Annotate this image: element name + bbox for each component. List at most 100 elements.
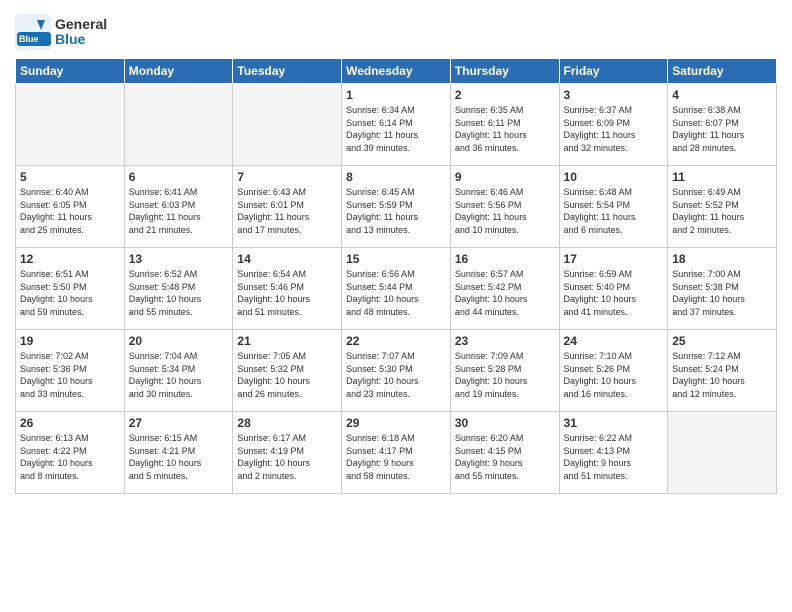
day-number: 11 [672,170,772,184]
logo: Blue General Blue [15,14,107,50]
day-number: 30 [455,416,555,430]
calendar-cell: 29 Sunrise: 6:18 AM Sunset: 4:17 PM Dayli… [342,412,451,494]
day-number: 27 [129,416,229,430]
day-number: 2 [455,88,555,102]
calendar-cell [233,84,342,166]
day-number: 31 [564,416,664,430]
day-info: Sunrise: 6:17 AM Sunset: 4:19 PM Dayligh… [237,432,337,482]
logo-line1: General [55,17,107,32]
calendar-cell: 23Sunrise: 7:09 AM Sunset: 5:28 PM Dayli… [450,330,559,412]
weekday-header-row: SundayMondayTuesdayWednesdayThursdayFrid… [16,59,777,84]
calendar-cell: 6 Sunrise: 6:41 AM Sunset: 6:03 PM Daylig… [124,166,233,248]
day-number: 29 [346,416,446,430]
day-number: 4 [672,88,772,102]
day-info: Sunrise: 6:34 AM Sunset: 6:14 PM Dayligh… [346,104,446,154]
day-info: Sunrise: 6:43 AM Sunset: 6:01 PM Dayligh… [237,186,337,236]
day-info: Sunrise: 6:35 AM Sunset: 6:11 PM Dayligh… [455,104,555,154]
day-number: 20 [129,334,229,348]
calendar-week-4: 26 Sunrise: 6:13 AM Sunset: 4:22 PM Dayli… [16,412,777,494]
calendar-cell: 4 Sunrise: 6:38 AM Sunset: 6:07 PM Daylig… [668,84,777,166]
day-info: Sunrise: 6:40 AM Sunset: 6:05 PM Dayligh… [20,186,120,236]
calendar-cell: 20 Sunrise: 7:04 AM Sunset: 5:34 PM Dayli… [124,330,233,412]
day-number: 25 [672,334,772,348]
calendar-cell: 18 Sunrise: 7:00 AM Sunset: 5:38 PM Dayli… [668,248,777,330]
calendar-week-3: 19 Sunrise: 7:02 AM Sunset: 5:36 PM Dayli… [16,330,777,412]
calendar-cell: 13 Sunrise: 6:52 AM Sunset: 5:48 PM Dayli… [124,248,233,330]
day-number: 24 [564,334,664,348]
day-info: Sunrise: 7:00 AM Sunset: 5:38 PM Dayligh… [672,268,772,318]
calendar-cell: 27 Sunrise: 6:15 AM Sunset: 4:21 PM Dayli… [124,412,233,494]
day-number: 26 [20,416,120,430]
logo-shape: Blue [15,14,51,50]
day-info: Sunrise: 7:07 AM Sunset: 5:30 PM Dayligh… [346,350,446,400]
logo-svg: Blue [15,14,51,50]
day-info: Sunrise: 6:20 AM Sunset: 4:15 PM Dayligh… [455,432,555,482]
calendar-cell: 22Sunrise: 7:07 AM Sunset: 5:30 PM Dayli… [342,330,451,412]
day-info: Sunrise: 7:09 AM Sunset: 5:28 PM Dayligh… [455,350,555,400]
calendar-cell: 5 Sunrise: 6:40 AM Sunset: 6:05 PM Daylig… [16,166,125,248]
weekday-header-monday: Monday [124,59,233,84]
day-number: 12 [20,252,120,266]
day-number: 6 [129,170,229,184]
day-number: 16 [455,252,555,266]
day-number: 1 [346,88,446,102]
day-number: 21 [237,334,337,348]
day-number: 28 [237,416,337,430]
day-info: Sunrise: 7:10 AM Sunset: 5:26 PM Dayligh… [564,350,664,400]
day-number: 18 [672,252,772,266]
day-info: Sunrise: 6:59 AM Sunset: 5:40 PM Dayligh… [564,268,664,318]
weekday-header-thursday: Thursday [450,59,559,84]
svg-text:Blue: Blue [19,34,39,44]
day-number: 19 [20,334,120,348]
calendar-cell: 25Sunrise: 7:12 AM Sunset: 5:24 PM Dayli… [668,330,777,412]
calendar-cell: 12 Sunrise: 6:51 AM Sunset: 5:50 PM Dayli… [16,248,125,330]
day-number: 15 [346,252,446,266]
day-info: Sunrise: 6:15 AM Sunset: 4:21 PM Dayligh… [129,432,229,482]
day-info: Sunrise: 6:37 AM Sunset: 6:09 PM Dayligh… [564,104,664,154]
logo-line2: Blue [55,32,107,47]
day-info: Sunrise: 6:45 AM Sunset: 5:59 PM Dayligh… [346,186,446,236]
day-number: 8 [346,170,446,184]
day-info: Sunrise: 7:04 AM Sunset: 5:34 PM Dayligh… [129,350,229,400]
calendar-cell [16,84,125,166]
calendar-cell: 16 Sunrise: 6:57 AM Sunset: 5:42 PM Dayli… [450,248,559,330]
day-info: Sunrise: 6:52 AM Sunset: 5:48 PM Dayligh… [129,268,229,318]
calendar-cell: 1 Sunrise: 6:34 AM Sunset: 6:14 PM Daylig… [342,84,451,166]
day-info: Sunrise: 6:41 AM Sunset: 6:03 PM Dayligh… [129,186,229,236]
day-number: 7 [237,170,337,184]
day-info: Sunrise: 6:48 AM Sunset: 5:54 PM Dayligh… [564,186,664,236]
day-info: Sunrise: 6:18 AM Sunset: 4:17 PM Dayligh… [346,432,446,482]
calendar-table: SundayMondayTuesdayWednesdayThursdayFrid… [15,58,777,494]
calendar-cell: 15 Sunrise: 6:56 AM Sunset: 5:44 PM Dayli… [342,248,451,330]
calendar-cell [668,412,777,494]
weekday-header-friday: Friday [559,59,668,84]
header: Blue General Blue [15,10,777,50]
day-info: Sunrise: 6:38 AM Sunset: 6:07 PM Dayligh… [672,104,772,154]
weekday-header-wednesday: Wednesday [342,59,451,84]
logo-text: General Blue [55,17,107,48]
day-number: 13 [129,252,229,266]
calendar-cell: 10Sunrise: 6:48 AM Sunset: 5:54 PM Dayli… [559,166,668,248]
day-number: 5 [20,170,120,184]
day-info: Sunrise: 6:56 AM Sunset: 5:44 PM Dayligh… [346,268,446,318]
day-info: Sunrise: 6:46 AM Sunset: 5:56 PM Dayligh… [455,186,555,236]
day-number: 14 [237,252,337,266]
day-info: Sunrise: 6:57 AM Sunset: 5:42 PM Dayligh… [455,268,555,318]
calendar-cell: 24 Sunrise: 7:10 AM Sunset: 5:26 PM Dayli… [559,330,668,412]
day-info: Sunrise: 6:54 AM Sunset: 5:46 PM Dayligh… [237,268,337,318]
day-number: 17 [564,252,664,266]
main-container: Blue General Blue SundayMondayTuesdayWed… [0,0,792,499]
day-info: Sunrise: 6:13 AM Sunset: 4:22 PM Dayligh… [20,432,120,482]
calendar-cell: 9Sunrise: 6:46 AM Sunset: 5:56 PM Daylig… [450,166,559,248]
calendar-cell: 2 Sunrise: 6:35 AM Sunset: 6:11 PM Daylig… [450,84,559,166]
day-info: Sunrise: 7:02 AM Sunset: 5:36 PM Dayligh… [20,350,120,400]
calendar-cell: 30 Sunrise: 6:20 AM Sunset: 4:15 PM Dayli… [450,412,559,494]
calendar-cell: 31Sunrise: 6:22 AM Sunset: 4:13 PM Dayli… [559,412,668,494]
calendar-cell: 19 Sunrise: 7:02 AM Sunset: 5:36 PM Dayli… [16,330,125,412]
calendar-cell: 28 Sunrise: 6:17 AM Sunset: 4:19 PM Dayli… [233,412,342,494]
day-number: 3 [564,88,664,102]
weekday-header-saturday: Saturday [668,59,777,84]
day-info: Sunrise: 6:51 AM Sunset: 5:50 PM Dayligh… [20,268,120,318]
calendar-week-0: 1 Sunrise: 6:34 AM Sunset: 6:14 PM Daylig… [16,84,777,166]
calendar-week-1: 5 Sunrise: 6:40 AM Sunset: 6:05 PM Daylig… [16,166,777,248]
